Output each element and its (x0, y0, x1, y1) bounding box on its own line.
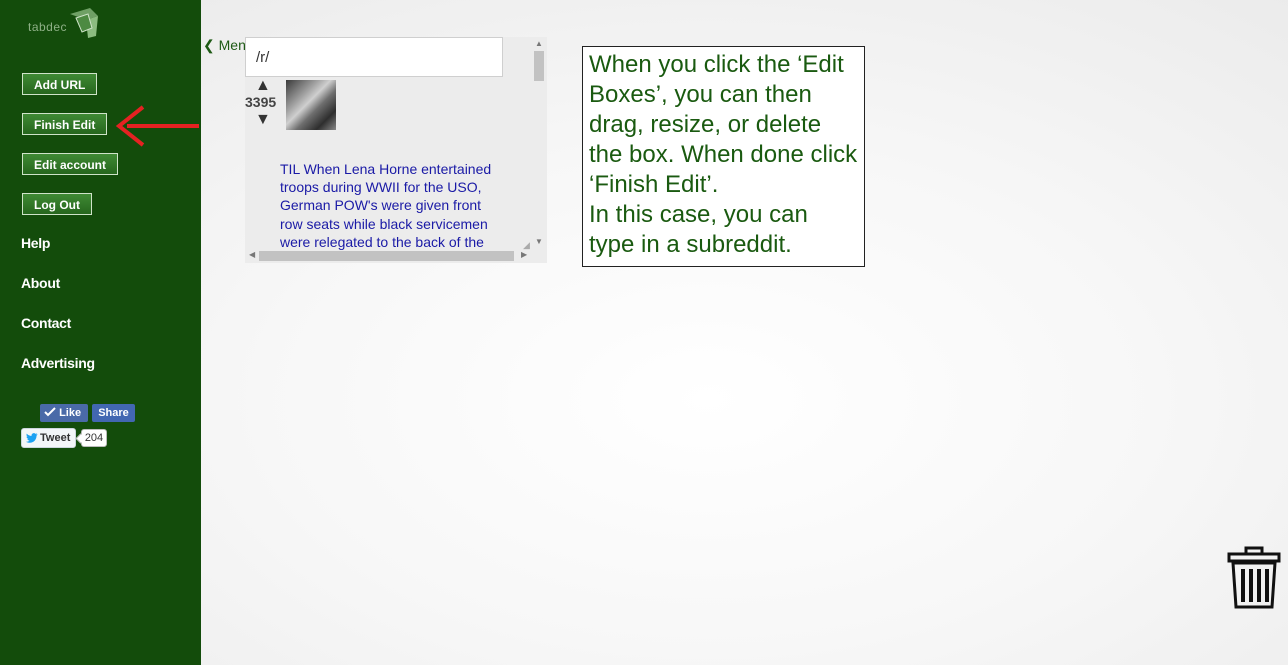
post-score: 3395 (245, 94, 277, 110)
help-link[interactable]: Help (21, 235, 50, 251)
post-title-link[interactable]: TIL When Lena Horne entertained troops d… (280, 160, 500, 251)
scroll-down-icon[interactable]: ▼ (535, 237, 543, 246)
horizontal-scroll-thumb[interactable] (259, 251, 514, 261)
subreddit-input[interactable] (245, 37, 503, 77)
instruction-box[interactable]: When you click the ‘Edit Boxes’, you can… (582, 46, 865, 267)
tweet-count: 204 (81, 429, 107, 447)
edit-account-button[interactable]: Edit account (22, 153, 119, 175)
contact-link[interactable]: Contact (21, 315, 71, 331)
scroll-right-icon[interactable]: ▶ (521, 250, 527, 259)
like-label: Like (59, 407, 82, 419)
tweet-label: Tweet (40, 432, 71, 444)
scroll-left-icon[interactable]: ◀ (249, 250, 255, 259)
vertical-scroll-thumb[interactable] (534, 51, 544, 81)
sidebar: tabdec Add URL Finish Edit Edit account … (0, 0, 201, 665)
logo-text: tabdec (28, 20, 68, 34)
vote-down-icon[interactable]: ▼ (255, 111, 271, 129)
vote-up-icon[interactable]: ▲ (255, 77, 271, 95)
add-url-button[interactable]: Add URL (22, 73, 98, 95)
instruction-text-2: In this case, you can type in a subreddi… (589, 201, 808, 258)
about-link[interactable]: About (21, 275, 60, 291)
like-check-icon (44, 407, 56, 417)
vertical-scrollbar[interactable]: ▲ ▼ (532, 39, 546, 249)
post-thumbnail[interactable] (286, 80, 336, 130)
instruction-text-1: When you click the ‘Edit Boxes’, you can… (589, 51, 858, 198)
advertising-link[interactable]: Advertising (21, 355, 95, 371)
logo[interactable]: tabdec (28, 6, 108, 40)
scroll-up-icon[interactable]: ▲ (535, 39, 543, 48)
tweet-button[interactable]: Tweet (21, 428, 76, 448)
horizontal-scrollbar[interactable]: ◀ ▶ (247, 249, 531, 263)
twitter-bird-icon (26, 433, 38, 443)
facebook-like-button[interactable]: Like (40, 404, 88, 422)
arrow-pointer-icon (115, 105, 199, 147)
finish-edit-button[interactable]: Finish Edit (22, 113, 108, 135)
facebook-share-button[interactable]: Share (92, 404, 135, 422)
trash-icon[interactable] (1226, 546, 1282, 610)
logo-icon (70, 8, 98, 38)
resize-handle-icon[interactable]: ◢ (523, 240, 530, 251)
log-out-button[interactable]: Log Out (22, 193, 92, 215)
subreddit-widget[interactable]: ▲ 3395 ▼ TIL When Lena Horne entertained… (245, 37, 547, 263)
